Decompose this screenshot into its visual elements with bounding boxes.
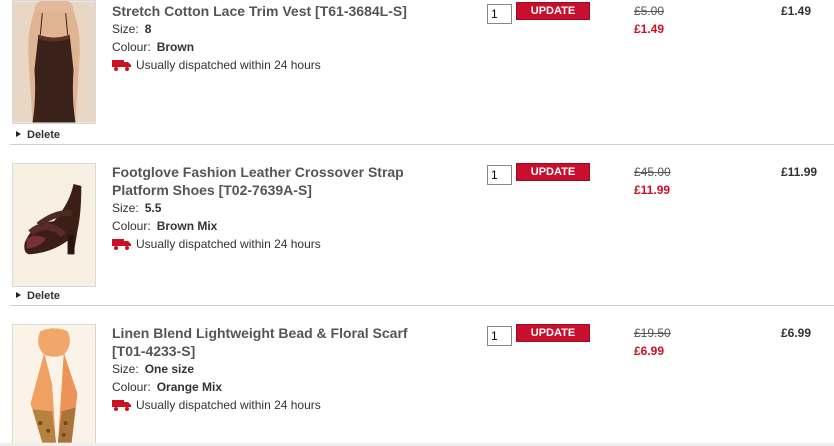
row-divider bbox=[10, 305, 834, 306]
product-title[interactable]: Stretch Cotton Lace Trim Vest [T61-3684L… bbox=[112, 2, 442, 20]
dispatch-info: Usually dispatched within 24 hours bbox=[112, 398, 321, 412]
dispatch-text: Usually dispatched within 24 hours bbox=[136, 237, 321, 251]
sale-price: £11.99 bbox=[634, 183, 671, 197]
size-attribute: Size: 8 bbox=[112, 22, 151, 36]
line-total: £6.99 bbox=[781, 326, 812, 340]
size-attribute: Size: 5.5 bbox=[112, 201, 161, 215]
product-title[interactable]: Linen Blend Lightweight Bead & Floral Sc… bbox=[112, 324, 442, 360]
size-label: Size: bbox=[112, 362, 139, 376]
delivery-truck-icon bbox=[112, 60, 131, 71]
dispatch-info: Usually dispatched within 24 hours bbox=[112, 58, 321, 72]
size-attribute: Size: One size bbox=[112, 362, 194, 376]
colour-label: Colour: bbox=[112, 380, 151, 394]
sale-price: £6.99 bbox=[634, 344, 665, 358]
update-button[interactable]: UPDATE bbox=[516, 163, 590, 181]
size-label: Size: bbox=[112, 22, 139, 36]
colour-attribute: Colour: Brown Mix bbox=[112, 219, 217, 233]
scarf-image-icon bbox=[13, 325, 95, 445]
colour-label: Colour: bbox=[112, 219, 151, 233]
delete-label: Delete bbox=[27, 290, 61, 302]
colour-attribute: Colour: Brown bbox=[112, 40, 194, 54]
update-button[interactable]: UPDATE bbox=[516, 324, 590, 342]
colour-value: Brown bbox=[156, 40, 195, 54]
size-label: Size: bbox=[112, 201, 139, 215]
size-value: One size bbox=[144, 362, 195, 376]
shoe-product-image[interactable] bbox=[12, 163, 96, 287]
dispatch-text: Usually dispatched within 24 hours bbox=[136, 58, 321, 72]
quantity-input[interactable] bbox=[487, 326, 512, 346]
delivery-truck-icon bbox=[112, 400, 131, 411]
vest-product-image[interactable] bbox=[12, 0, 96, 124]
line-total: £11.99 bbox=[781, 165, 818, 179]
quantity-input[interactable] bbox=[487, 165, 512, 185]
colour-value: Brown Mix bbox=[156, 219, 218, 233]
quantity-input[interactable] bbox=[487, 4, 512, 24]
size-value: 8 bbox=[144, 22, 152, 36]
shoe-image-icon bbox=[13, 164, 95, 286]
delete-label: Delete bbox=[27, 129, 61, 141]
delivery-truck-icon bbox=[112, 239, 131, 250]
delete-link[interactable]: Delete bbox=[16, 129, 60, 141]
sale-price: £1.49 bbox=[634, 22, 665, 36]
line-total: £1.49 bbox=[781, 4, 812, 18]
dispatch-info: Usually dispatched within 24 hours bbox=[112, 237, 321, 251]
was-price: £5.00 bbox=[634, 4, 665, 18]
update-button[interactable]: UPDATE bbox=[516, 2, 590, 20]
size-value: 5.5 bbox=[144, 201, 162, 215]
arrow-right-icon bbox=[16, 292, 21, 298]
colour-label: Colour: bbox=[112, 40, 151, 54]
arrow-right-icon bbox=[16, 131, 21, 137]
vest-image-icon bbox=[13, 1, 95, 123]
was-price: £45.00 bbox=[634, 165, 671, 179]
scarf-product-image[interactable] bbox=[12, 324, 96, 446]
dispatch-text: Usually dispatched within 24 hours bbox=[136, 398, 321, 412]
colour-value: Orange Mix bbox=[156, 380, 223, 394]
was-price: £19.50 bbox=[634, 326, 671, 340]
colour-attribute: Colour: Orange Mix bbox=[112, 380, 222, 394]
row-divider bbox=[10, 144, 834, 145]
delete-link[interactable]: Delete bbox=[16, 290, 60, 302]
product-title[interactable]: Footglove Fashion Leather Crossover Stra… bbox=[112, 163, 442, 199]
